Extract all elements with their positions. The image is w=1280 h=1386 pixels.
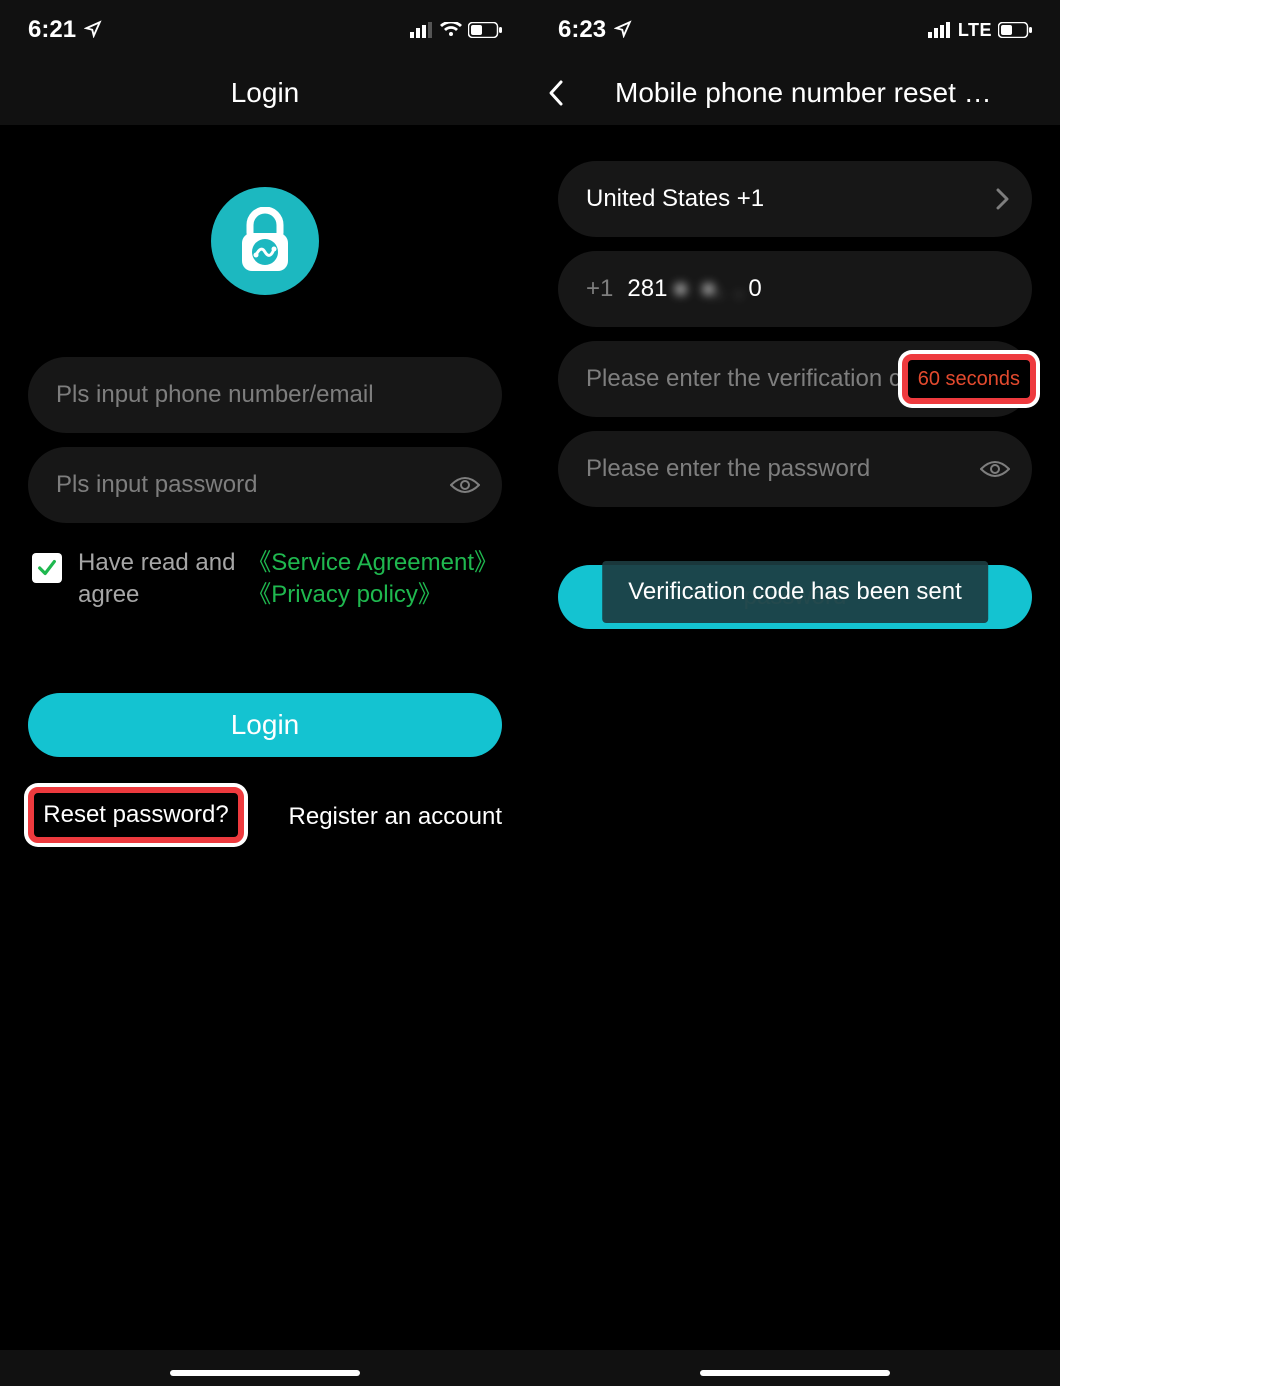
phone-email-input[interactable] [56,381,474,409]
cellular-icon [410,22,434,38]
battery-icon [998,22,1032,38]
eye-icon[interactable] [980,459,1010,479]
login-button-label: Login [231,709,300,741]
nav-bar: Login [0,60,530,125]
reset-submit-button[interactable]: password Verification code has been sent [558,565,1032,629]
agree-row: Have read and agree 《Service Agreement》 … [28,547,502,611]
battery-icon [468,22,502,38]
login-button[interactable]: Login [28,693,502,757]
country-label: United States +1 [586,185,764,213]
phone-number-value: 281 ● ●. . 0 [627,275,761,303]
password-input[interactable] [56,471,474,499]
home-indicator[interactable] [700,1370,890,1376]
verification-code-input[interactable] [586,365,1004,393]
bottom-strip [530,1350,1060,1386]
app-logo [28,187,502,295]
login-screen: 6:21 Login Ha [0,0,530,1386]
service-agreement-link[interactable]: 《Service Agreement》 [247,547,498,579]
privacy-policy-link[interactable]: 《Privacy policy》 [247,579,498,611]
footer-links: Reset password? Register an account [28,787,502,847]
eye-icon[interactable] [450,475,480,495]
back-button[interactable] [548,79,564,107]
location-icon [84,20,102,38]
status-bar: 6:21 [0,0,530,60]
reset-password-screen: 6:23 LTE Mobile phone number reset passw… [530,0,1060,1386]
chevron-right-icon [996,187,1010,211]
new-password-input[interactable] [586,455,1004,483]
location-icon [614,20,632,38]
phone-email-field[interactable] [28,357,502,433]
nav-title: Login [231,77,300,109]
nav-title: Mobile phone number reset passw… [585,77,1005,109]
register-account-link[interactable]: Register an account [289,803,502,831]
home-indicator[interactable] [170,1370,360,1376]
agree-checkbox[interactable] [32,553,62,583]
gutter [1060,0,1280,1386]
status-time: 6:21 [28,16,76,44]
status-time: 6:23 [558,16,606,44]
new-password-field[interactable] [558,431,1032,507]
status-bar: 6:23 LTE [530,0,1060,60]
password-field[interactable] [28,447,502,523]
verification-code-field[interactable]: 60 seconds [558,341,1032,417]
agree-text: Have read and agree [78,547,239,611]
lock-icon [236,207,294,275]
nav-bar: Mobile phone number reset passw… [530,60,1060,125]
country-selector[interactable]: United States +1 [558,161,1032,237]
bottom-strip [0,1350,530,1386]
wifi-icon [440,22,462,38]
phone-prefix: +1 [586,275,613,303]
reset-password-link[interactable]: Reset password? [43,801,228,829]
phone-number-field[interactable]: +1 281 ● ●. . 0 [558,251,1032,327]
cellular-icon [928,22,952,38]
reset-password-highlight: Reset password? [28,787,244,843]
chevron-left-icon [548,79,564,107]
toast-message: Verification code has been sent [602,561,988,623]
lte-label: LTE [958,20,992,41]
